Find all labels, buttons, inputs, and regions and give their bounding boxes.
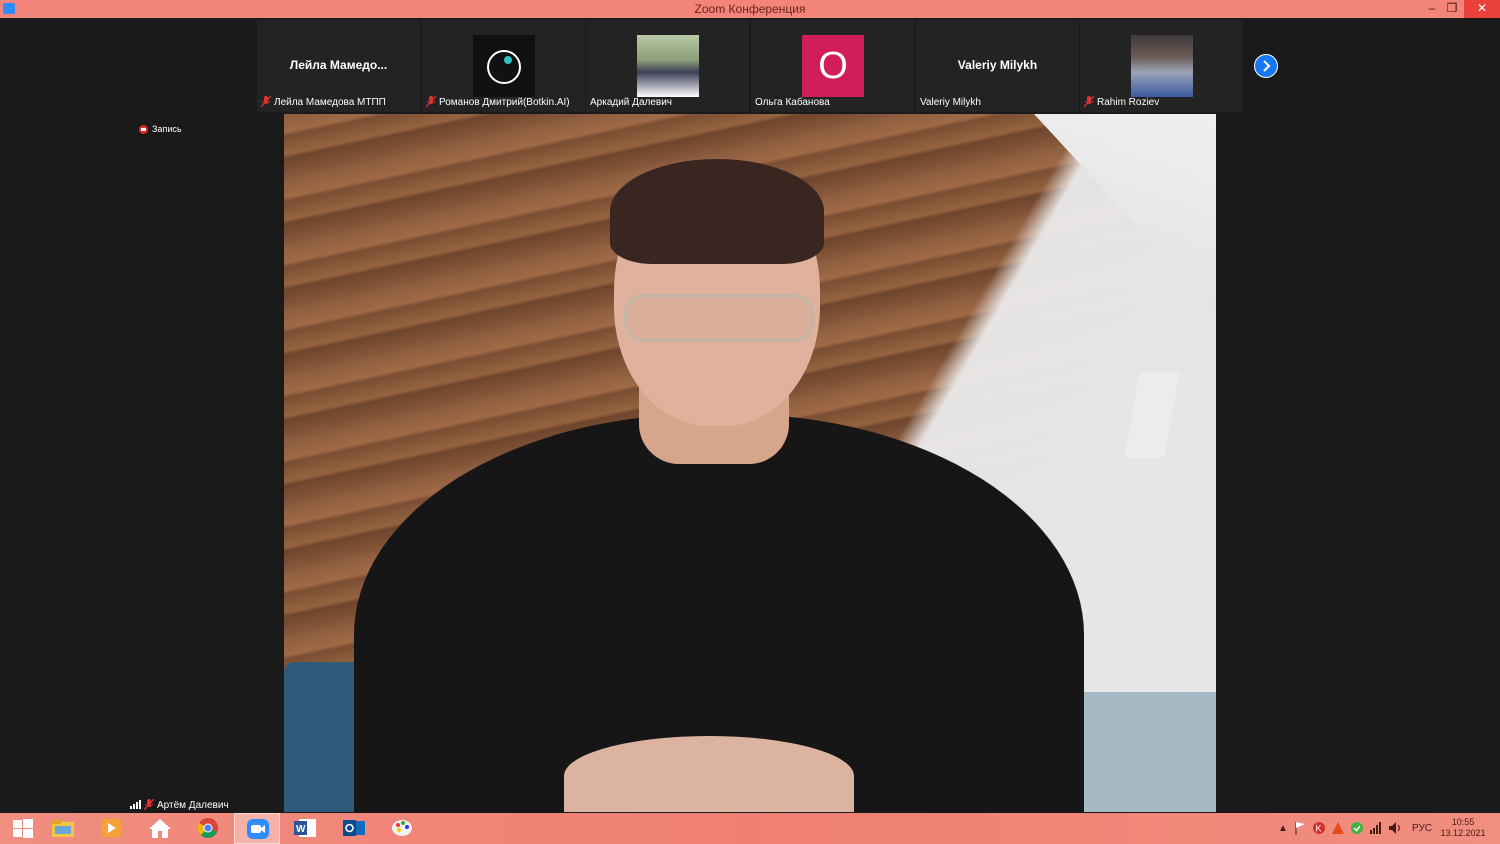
recording-label: Запись <box>152 124 182 134</box>
participant-caption-text: Rahim Roziev <box>1097 97 1160 108</box>
chrome-icon <box>197 818 218 838</box>
botkin-logo-icon <box>487 50 521 84</box>
participant-caption-text: Лейла Мамедова МТПП <box>274 97 386 108</box>
mic-muted-icon <box>261 96 271 107</box>
file-explorer-icon <box>52 820 74 837</box>
participant-display-name: Valeriy Milykh <box>957 58 1038 72</box>
taskbar-word[interactable]: W <box>282 813 328 844</box>
video-wall-lamp <box>1124 372 1180 458</box>
participant-caption: Valeriy Milykh <box>920 96 1077 110</box>
word-icon: W <box>294 819 316 837</box>
clock-date: 13.12.2021 <box>1440 828 1486 838</box>
home-icon <box>149 819 171 838</box>
video-person-glasses <box>624 294 814 342</box>
participant-tile[interactable]: О Ольга Кабанова <box>751 20 914 112</box>
participant-caption: Rahim Roziev <box>1084 96 1241 110</box>
svg-text:K: K <box>1316 824 1322 834</box>
clock-time: 10:55 <box>1451 817 1475 827</box>
taskbar-home[interactable] <box>137 813 183 844</box>
participant-caption: Лейла Мамедова МТПП <box>261 96 418 110</box>
tray-show-hidden-icon[interactable]: ▲ <box>1278 821 1288 837</box>
chevron-right-icon <box>1263 60 1271 72</box>
participant-tile[interactable]: Лейла Мамедо... Лейла Мамедова МТПП <box>257 20 420 112</box>
mic-muted-icon <box>426 96 436 107</box>
adobe-update-icon[interactable] <box>1331 821 1345 837</box>
speaker-name-label: Артём Далевич <box>130 799 229 812</box>
recording-indicator[interactable]: Запись <box>139 124 182 135</box>
record-icon <box>139 125 148 134</box>
participant-tile[interactable]: Романов Дмитрий(Botkin.AI) <box>422 20 585 112</box>
next-page-button[interactable] <box>1254 54 1278 78</box>
signal-strength-icon <box>130 800 141 809</box>
outlook-icon <box>343 820 365 836</box>
taskbar-zoom[interactable] <box>234 813 280 844</box>
taskbar-chrome[interactable] <box>185 813 231 844</box>
security-shield-icon[interactable] <box>1350 821 1364 837</box>
participant-caption-text: Ольга Кабанова <box>755 97 830 108</box>
participant-caption: Ольга Кабанова <box>755 96 912 110</box>
participant-caption-text: Романов Дмитрий(Botkin.AI) <box>439 97 570 108</box>
mic-muted-icon <box>144 799 154 810</box>
participant-tile[interactable]: Rahim Roziev <box>1080 20 1243 112</box>
mic-muted-icon <box>1084 96 1094 107</box>
video-person-hair <box>610 159 824 264</box>
participant-gallery: Лейла Мамедо... Лейла Мамедова МТПП Рома… <box>0 18 1500 114</box>
paint-icon <box>392 820 412 836</box>
participant-caption-text: Valeriy Milykh <box>920 97 981 108</box>
windows-start-icon <box>13 819 33 838</box>
media-player-icon <box>101 819 121 837</box>
participant-tile[interactable]: Аркадий Далевич <box>586 20 749 112</box>
close-button[interactable]: ✕ <box>1464 0 1500 18</box>
participant-caption: Романов Дмитрий(Botkin.AI) <box>426 96 583 110</box>
windows-taskbar: W ▲ K РУС 10:55 13.12.2021 <box>0 813 1500 844</box>
participant-caption: Аркадий Далевич <box>590 96 747 110</box>
network-icon[interactable] <box>1369 821 1383 837</box>
antivirus-icon[interactable]: K <box>1312 821 1326 837</box>
video-person-hands <box>564 736 854 812</box>
active-speaker-video[interactable] <box>284 114 1216 812</box>
volume-icon[interactable] <box>1388 821 1402 837</box>
svg-text:W: W <box>296 824 306 835</box>
participant-initial-avatar: О <box>802 35 864 97</box>
participant-caption-text: Аркадий Далевич <box>590 97 673 108</box>
language-indicator[interactable]: РУС <box>1412 821 1432 837</box>
taskbar-outlook[interactable] <box>331 813 377 844</box>
action-center-flag-icon[interactable] <box>1294 821 1306 837</box>
participant-display-name: Лейла Мамедо... <box>289 58 388 72</box>
title-bar: Zoom Конференция – ❐ ✕ <box>0 0 1500 18</box>
speaker-name-text: Артём Далевич <box>157 800 229 811</box>
video-wall-highlight <box>1034 114 1216 374</box>
taskbar-media-player[interactable] <box>88 813 134 844</box>
participant-photo <box>637 35 699 97</box>
participant-avatar <box>473 35 535 97</box>
participant-photo <box>1131 35 1193 97</box>
restore-button[interactable]: ❐ <box>1440 0 1464 18</box>
participant-tile[interactable]: Valeriy Milykh Valeriy Milykh <box>916 20 1079 112</box>
taskbar-file-explorer[interactable] <box>40 813 86 844</box>
taskbar-paint[interactable] <box>379 813 425 844</box>
system-clock[interactable]: 10:55 13.12.2021 <box>1432 817 1494 839</box>
window-title: Zoom Конференция <box>694 2 806 16</box>
zoom-icon <box>247 819 269 839</box>
